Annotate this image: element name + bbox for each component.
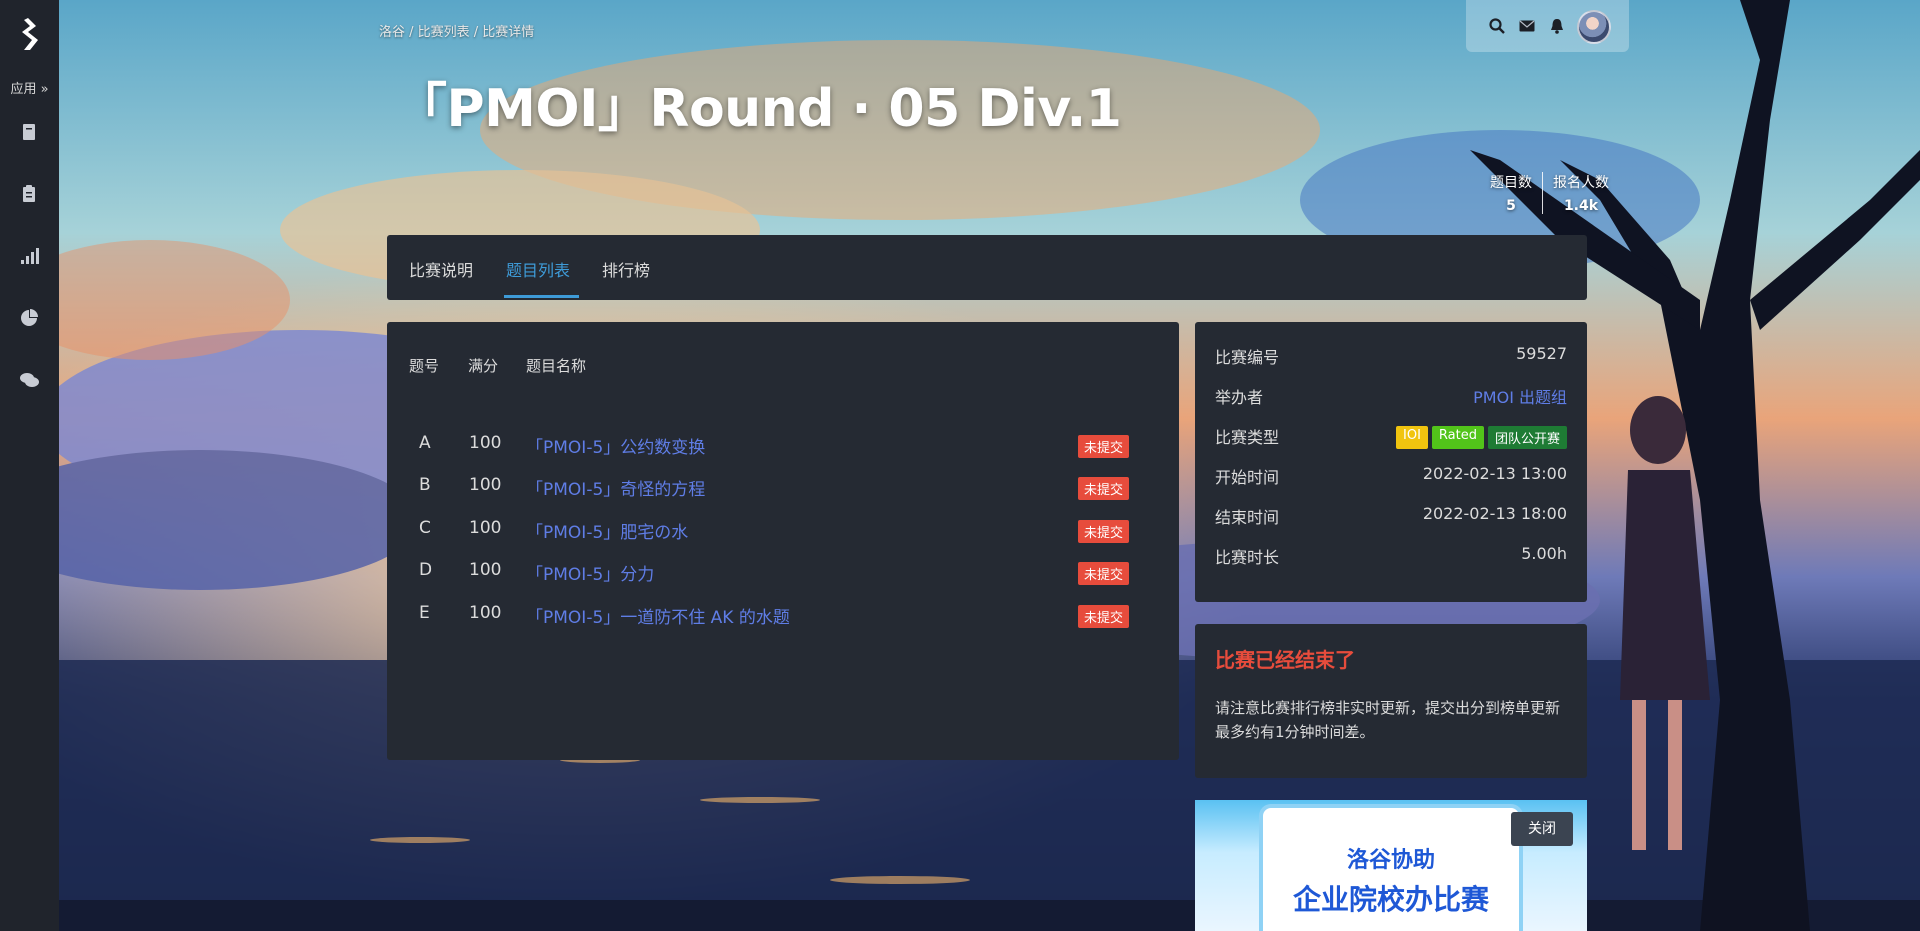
contest-title: 「PMOI」Round · 05 Div.1 xyxy=(395,79,1122,139)
problem-score: 100 xyxy=(469,433,502,453)
luogu-logo-icon[interactable] xyxy=(14,16,46,52)
status-badge: 未提交 xyxy=(1078,477,1130,500)
status-badge: 未提交 xyxy=(1078,520,1130,543)
info-row-contest-type: 比赛类型 IOI Rated 团队公开赛 xyxy=(1215,424,1567,449)
problem-score: 100 xyxy=(469,518,502,538)
info-row-host: 举办者 PMOI 出题组 xyxy=(1215,384,1567,408)
problem-row[interactable]: C 100 「PMOI-5」肥宅の水 未提交 xyxy=(387,508,1179,550)
info-row-end-time: 结束时间 2022-02-13 18:00 xyxy=(1215,504,1567,528)
search-icon[interactable] xyxy=(1488,17,1506,35)
stat-label: 报名人数 xyxy=(1553,175,1609,191)
problem-link[interactable]: 「PMOI-5」肥宅の水 xyxy=(526,518,688,543)
problem-id: D xyxy=(419,560,433,580)
header-problem-id: 题号 xyxy=(409,357,440,375)
contest-id-value: 59527 xyxy=(1516,344,1567,363)
stat-label: 题目数 xyxy=(1490,175,1532,191)
sidebar: 应用 » xyxy=(0,0,59,931)
problem-list-panel: 题号 满分 题目名称 A 100 「PMOI-5」公约数变换 未提交 B 100… xyxy=(387,322,1179,760)
pie-chart-icon[interactable] xyxy=(18,307,40,329)
problem-id: B xyxy=(419,475,431,495)
stat-value: 5 xyxy=(1506,198,1516,214)
info-row-start-time: 开始时间 2022-02-13 13:00 xyxy=(1215,464,1567,488)
stat-participants: 报名人数 1.4k xyxy=(1542,172,1619,214)
promo-subheadline: 企业院校办比赛 xyxy=(1292,883,1489,916)
info-row-contest-id: 比赛编号 59527 xyxy=(1215,344,1567,368)
host-link[interactable]: PMOI 出题组 xyxy=(1473,384,1567,408)
clipboard-icon[interactable] xyxy=(18,183,40,205)
problem-link[interactable]: 「PMOI-5」分力 xyxy=(526,560,654,585)
stat-value: 1.4k xyxy=(1563,198,1599,214)
apps-menu-button[interactable]: 应用 » xyxy=(0,78,59,97)
info-label: 结束时间 xyxy=(1215,508,1280,527)
active-tab-indicator xyxy=(504,295,579,298)
double-chevron-right-icon: » xyxy=(40,82,49,97)
status-badge: 未提交 xyxy=(1078,605,1130,628)
problem-id: E xyxy=(419,603,430,623)
problem-link[interactable]: 「PMOI-5」奇怪的方程 xyxy=(526,475,705,500)
problem-id: C xyxy=(419,518,431,538)
duration-value: 5.00h xyxy=(1521,544,1567,563)
contest-stats: 题目数 5 报名人数 1.4k xyxy=(1480,172,1619,214)
info-label: 举办者 xyxy=(1215,388,1264,407)
header-full-score: 满分 xyxy=(468,357,499,375)
bar-chart-icon[interactable] xyxy=(18,245,40,267)
info-label: 比赛类型 xyxy=(1215,428,1280,447)
promo-headline: 洛谷协助 xyxy=(1346,848,1435,873)
badge-team-open: 团队公开赛 xyxy=(1487,426,1567,449)
tab-ranking[interactable]: 排行榜 xyxy=(602,257,650,281)
problem-link[interactable]: 「PMOI-5」公约数变换 xyxy=(526,433,705,458)
user-toolbar xyxy=(1466,0,1629,52)
info-label: 开始时间 xyxy=(1215,468,1280,487)
header-problem-name: 题目名称 xyxy=(526,357,587,375)
problem-link[interactable]: 「PMOI-5」一道防不住 AK 的水题 xyxy=(526,603,790,628)
problem-id: A xyxy=(419,433,431,453)
contest-type-badges: IOI Rated 团队公开赛 xyxy=(1396,426,1567,449)
status-badge: 未提交 xyxy=(1078,562,1130,585)
problem-row[interactable]: B 100 「PMOI-5」奇怪的方程 未提交 xyxy=(387,465,1179,507)
end-time-value: 2022-02-13 18:00 xyxy=(1422,504,1567,523)
start-time-value: 2022-02-13 13:00 xyxy=(1422,464,1567,483)
comments-icon[interactable] xyxy=(18,369,40,391)
close-banner-button[interactable]: 关闭 xyxy=(1511,812,1573,846)
badge-ioi: IOI xyxy=(1396,426,1428,449)
problem-row[interactable]: D 100 「PMOI-5」分力 未提交 xyxy=(387,550,1179,592)
problem-score: 100 xyxy=(469,560,502,580)
problem-row[interactable]: A 100 「PMOI-5」公约数变换 未提交 xyxy=(387,423,1179,465)
stat-problem-count: 题目数 5 xyxy=(1480,172,1542,214)
bell-icon[interactable] xyxy=(1548,17,1566,35)
tab-description[interactable]: 比赛说明 xyxy=(409,257,473,281)
contest-ended-notice: 比赛已经结束了 请注意比赛排行榜非实时更新，提交出分到榜单更新最多约有1分钟时间… xyxy=(1195,624,1587,778)
status-badge: 未提交 xyxy=(1078,435,1130,458)
problem-score: 100 xyxy=(469,603,502,623)
notice-text: 请注意比赛排行榜非实时更新，提交出分到榜单更新最多约有1分钟时间差。 xyxy=(1215,699,1561,741)
apps-label: 应用 xyxy=(10,82,37,97)
tab-problems[interactable]: 题目列表 xyxy=(506,257,570,281)
notice-title: 比赛已经结束了 xyxy=(1215,648,1355,672)
contest-tabs: 比赛说明 题目列表 排行榜 xyxy=(387,235,1587,300)
user-avatar[interactable] xyxy=(1577,10,1611,44)
problem-score: 100 xyxy=(469,475,502,495)
info-row-duration: 比赛时长 5.00h xyxy=(1215,544,1567,568)
breadcrumb[interactable]: 洛谷 / 比赛列表 / 比赛详情 xyxy=(379,21,534,40)
contest-info-panel: 比赛编号 59527 举办者 PMOI 出题组 比赛类型 IOI Rated 团… xyxy=(1195,322,1587,602)
info-label: 比赛编号 xyxy=(1215,348,1280,367)
badge-rated: Rated xyxy=(1431,426,1484,449)
problem-row[interactable]: E 100 「PMOI-5」一道防不住 AK 的水题 未提交 xyxy=(387,593,1179,635)
info-label: 比赛时长 xyxy=(1215,548,1280,567)
book-icon[interactable] xyxy=(18,121,40,143)
envelope-icon[interactable] xyxy=(1518,17,1536,35)
